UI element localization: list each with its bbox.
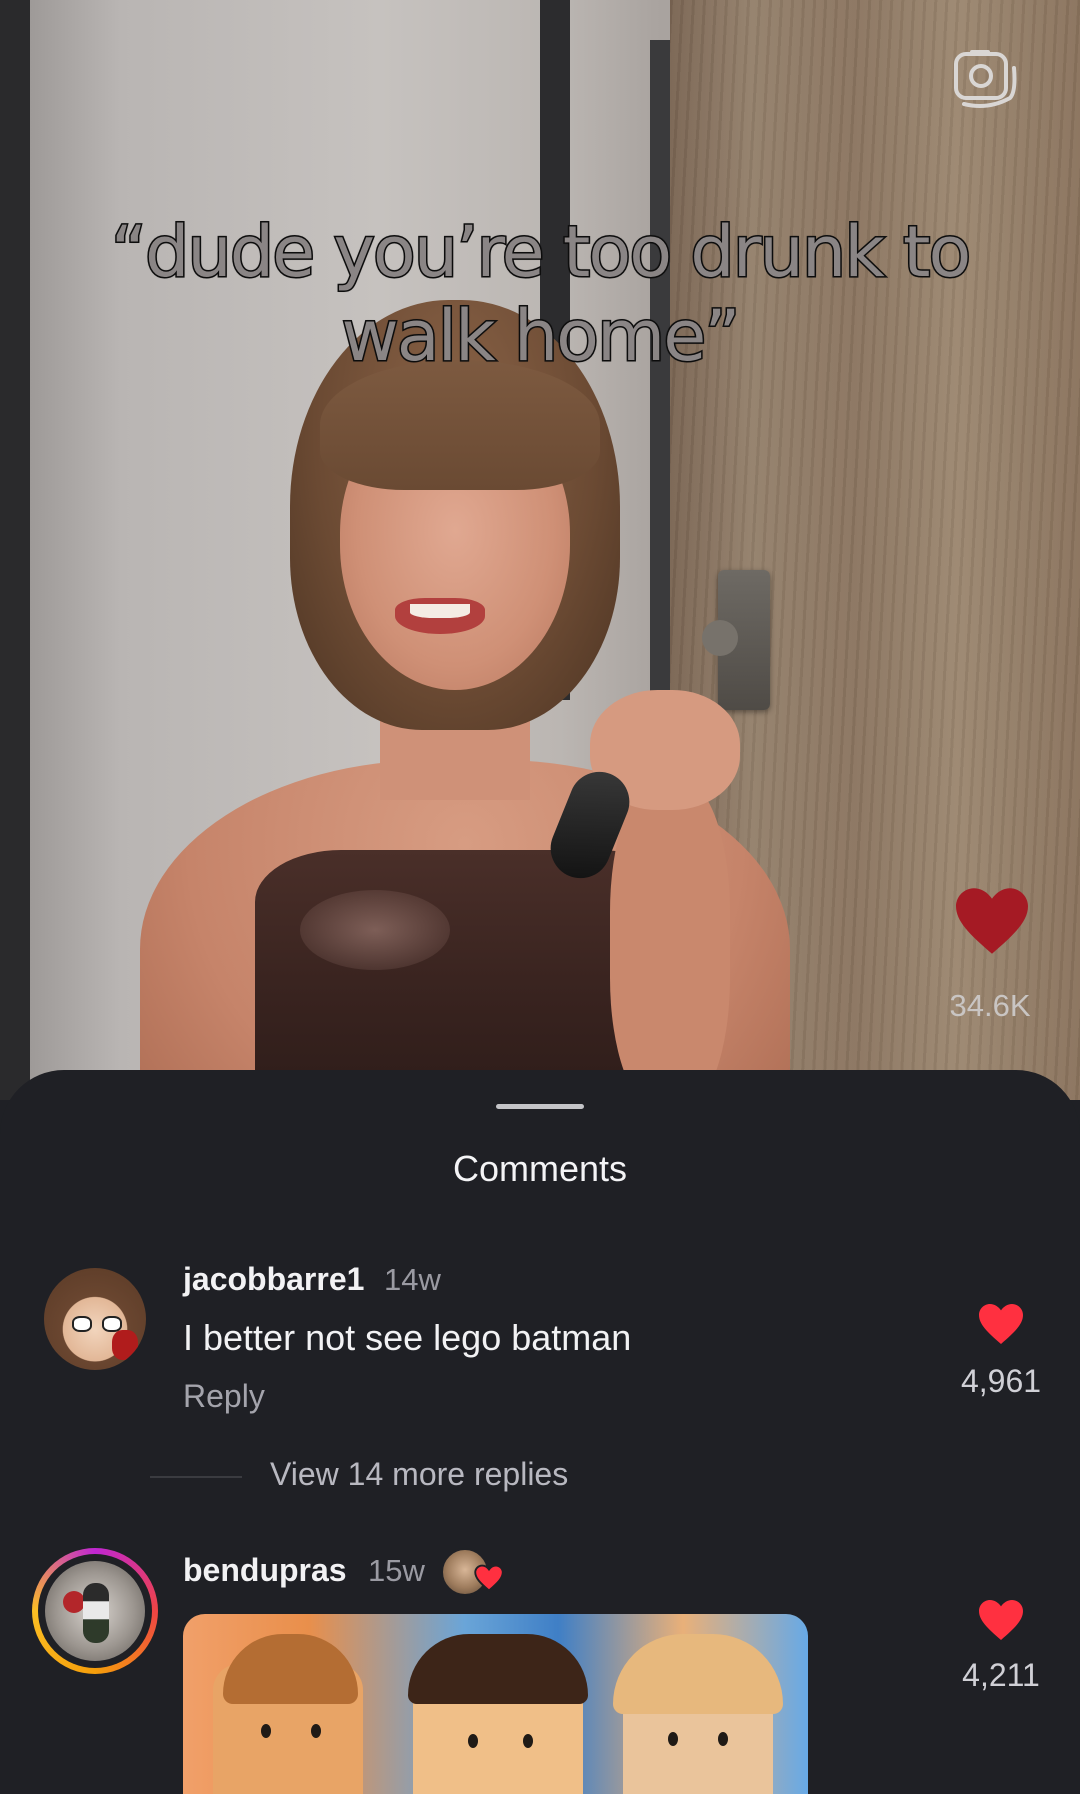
avatar-detail [63,1591,85,1613]
avatar [45,1561,145,1661]
avatar-story-ring[interactable] [32,1548,158,1674]
comment-text: I better not see lego batman [183,1317,632,1358]
camera-icon[interactable] [950,48,1020,110]
gif-lego-eye [523,1734,533,1748]
comment-heart-icon[interactable] [977,1598,1025,1642]
avatar-face-mark [112,1330,138,1360]
creator-liked-heart-icon [474,1564,504,1592]
video-like-count: 34.6K [949,988,1031,1023]
avatar[interactable] [44,1268,146,1370]
comment-like-count: 4,961 [960,1363,1042,1399]
comment-timestamp: 14w [384,1262,441,1297]
reply-button[interactable]: Reply [183,1378,265,1415]
sheet-drag-handle[interactable] [496,1104,584,1109]
gif-lego-hair [408,1634,588,1704]
gif-lego-eye [668,1732,678,1746]
comment-heart-icon[interactable] [977,1302,1025,1346]
comment-gif[interactable] [183,1614,808,1794]
comment-timestamp: 15w [368,1553,425,1588]
avatar-figure [83,1583,109,1643]
gif-lego-hair [223,1634,358,1704]
view-replies-button[interactable]: View 14 more replies [270,1456,568,1493]
replies-divider [150,1476,242,1478]
video-person-teeth [410,604,470,618]
video-player[interactable]: “dude you’re too drunk to walk home” 34.… [0,0,1080,1100]
video-door-lock [702,570,770,710]
comment-username[interactable]: bendupras [183,1552,347,1589]
video-person-bangs [320,360,600,490]
gif-lego-eye [468,1734,478,1748]
comment-like-count: 4,211 [962,1657,1040,1693]
gif-lego-eye [718,1732,728,1746]
heart-icon[interactable] [952,885,1032,957]
comments-title: Comments [452,1148,628,1189]
video-person-arm [610,780,730,1100]
gif-lego-eye [311,1724,321,1738]
comment-username[interactable]: jacobbarre1 [183,1261,364,1298]
gif-lego-hair [613,1634,783,1714]
comments-sheet: Comments jacobbarre1 14w I better not se… [0,1070,1080,1794]
video-dress-sheen [300,890,450,970]
avatar-eye [72,1316,92,1332]
gif-lego-eye [261,1724,271,1738]
video-caption: “dude you’re too drunk to walk home” [109,210,973,379]
